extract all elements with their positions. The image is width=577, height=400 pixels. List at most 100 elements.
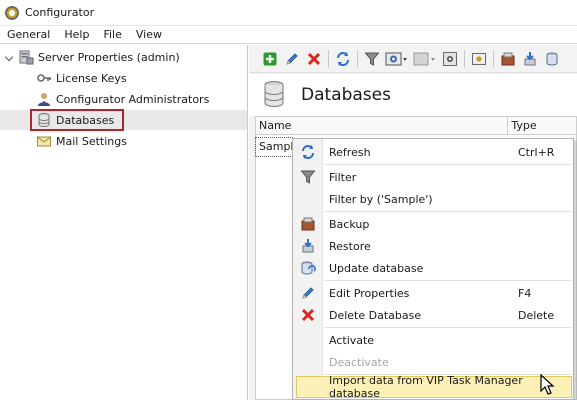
restore-button[interactable] [519, 48, 541, 70]
menu-item-shortcut: Ctrl+R [518, 145, 555, 159]
menu-item-refresh[interactable]: Refresh Ctrl+R [293, 141, 573, 163]
tree-item-label: Databases [56, 113, 115, 127]
menu-item-delete-database[interactable]: Delete Database Delete [293, 304, 573, 326]
column-header-type[interactable]: Type [508, 117, 576, 134]
grid-header: Name Type [256, 117, 576, 135]
menu-item-update-database[interactable]: Update database [293, 257, 573, 279]
menu-separator [325, 211, 571, 212]
tree-item-label: Configurator Administrators [56, 92, 210, 106]
title-bar: Configurator [0, 0, 577, 26]
edit-button[interactable] [281, 48, 303, 70]
delete-icon [300, 307, 316, 323]
menu-item-label: Backup [329, 217, 370, 231]
mail-icon [36, 133, 52, 149]
server-icon [18, 49, 34, 65]
view-dropdown-button[interactable] [383, 48, 411, 70]
tree-item-mail-settings[interactable]: Mail Settings [36, 131, 127, 151]
tree-item-configurator-administrators[interactable]: Configurator Administrators [36, 89, 209, 109]
restore-icon [524, 51, 536, 65]
backup-icon [501, 52, 515, 65]
menu-general[interactable]: General [0, 26, 57, 44]
layout-icon [413, 52, 435, 65]
layout-dropdown-button[interactable] [411, 48, 439, 70]
page-header: Databases [249, 74, 577, 116]
menu-item-filter[interactable]: Filter [293, 166, 573, 188]
refresh-icon [337, 51, 349, 66]
menu-bar: General Help File View [0, 26, 577, 44]
menu-item-edit-properties[interactable]: Edit Properties F4 [293, 282, 573, 304]
menu-item-label: Import data from VIP Task Manager databa… [329, 374, 523, 400]
menu-item-backup[interactable]: Backup [293, 213, 573, 235]
selection-outline: Databases [30, 109, 125, 131]
menu-item-filter-by[interactable]: Filter by ('Sample') [293, 188, 573, 210]
filter-icon [300, 169, 316, 185]
delete-icon [307, 52, 321, 65]
expand-arrow-icon[interactable] [4, 52, 14, 62]
menu-separator [325, 327, 571, 328]
filter-button[interactable] [361, 48, 383, 70]
menu-item-shortcut: F4 [518, 286, 532, 300]
cell-name: Sample [259, 140, 292, 153]
menu-item-deactivate: Deactivate [293, 351, 573, 373]
refresh-button[interactable] [332, 48, 354, 70]
settings-button[interactable] [439, 48, 461, 70]
menu-item-label: Deactivate [329, 355, 389, 369]
menu-item-shortcut: Delete [518, 308, 555, 322]
restore-icon [300, 238, 316, 254]
admin-user-icon [36, 91, 52, 107]
menu-file[interactable]: File [96, 26, 128, 44]
menu-separator [325, 164, 571, 165]
backup-button[interactable] [497, 48, 519, 70]
customize-button[interactable] [468, 48, 490, 70]
update-database-icon [300, 260, 316, 276]
menu-item-label: Activate [329, 333, 375, 347]
backup-icon [300, 216, 316, 232]
add-button[interactable] [259, 48, 281, 70]
tree-item-label: Server Properties (admin) [38, 50, 180, 64]
menu-item-activate[interactable]: Activate [293, 329, 573, 351]
menu-item-import-data[interactable]: Import data from VIP Task Manager databa… [296, 374, 572, 400]
menu-help[interactable]: Help [57, 26, 96, 44]
tree-item-label: Mail Settings [56, 134, 127, 148]
toolbar-separator [328, 49, 329, 68]
menu-item-restore[interactable]: Restore [293, 235, 573, 257]
menu-item-label: Filter by ('Sample') [329, 192, 433, 206]
page-title: Databases [301, 85, 391, 105]
mouse-pointer-icon [540, 374, 555, 395]
pencil-icon [300, 285, 316, 301]
key-icon [36, 70, 52, 86]
database-icon [36, 112, 52, 128]
menu-view[interactable]: View [129, 26, 169, 44]
toolbar [249, 45, 577, 73]
menu-item-label: Edit Properties [329, 286, 410, 300]
tree-item-license-keys[interactable]: License Keys [36, 68, 127, 88]
menu-item-label: Delete Database [329, 308, 422, 322]
tree-item-label: License Keys [56, 71, 127, 85]
menu-item-label: Restore [329, 239, 371, 253]
pencil-icon [286, 52, 298, 65]
menu-separator [325, 280, 571, 281]
window-title: Configurator [25, 6, 95, 19]
tree-item-databases[interactable]: Databases [0, 109, 247, 131]
gear-grid-icon [472, 52, 486, 65]
toolbar-separator [357, 49, 358, 68]
database-header-icon [263, 80, 285, 111]
column-header-name[interactable]: Name [256, 117, 509, 134]
refresh-icon [300, 144, 316, 160]
toolbar-separator [464, 49, 465, 68]
filter-icon [364, 52, 380, 66]
navigation-tree: Server Properties (admin) License Keys C… [0, 45, 248, 400]
grid-settings-icon [443, 51, 457, 66]
update-database-icon [546, 52, 558, 65]
app-logo-icon [5, 5, 19, 20]
tree-item-server-properties[interactable]: Server Properties (admin) [4, 47, 180, 67]
table-row[interactable]: Sample [255, 137, 293, 157]
view-icon [385, 52, 407, 65]
add-icon [263, 52, 277, 65]
delete-button[interactable] [303, 48, 325, 70]
toolbar-separator [493, 49, 494, 68]
context-menu: Refresh Ctrl+R Filter Filter by ('Sample… [292, 138, 574, 400]
menu-item-label: Refresh [329, 145, 371, 159]
menu-item-label: Filter [329, 170, 357, 184]
update-database-button[interactable] [541, 48, 563, 70]
